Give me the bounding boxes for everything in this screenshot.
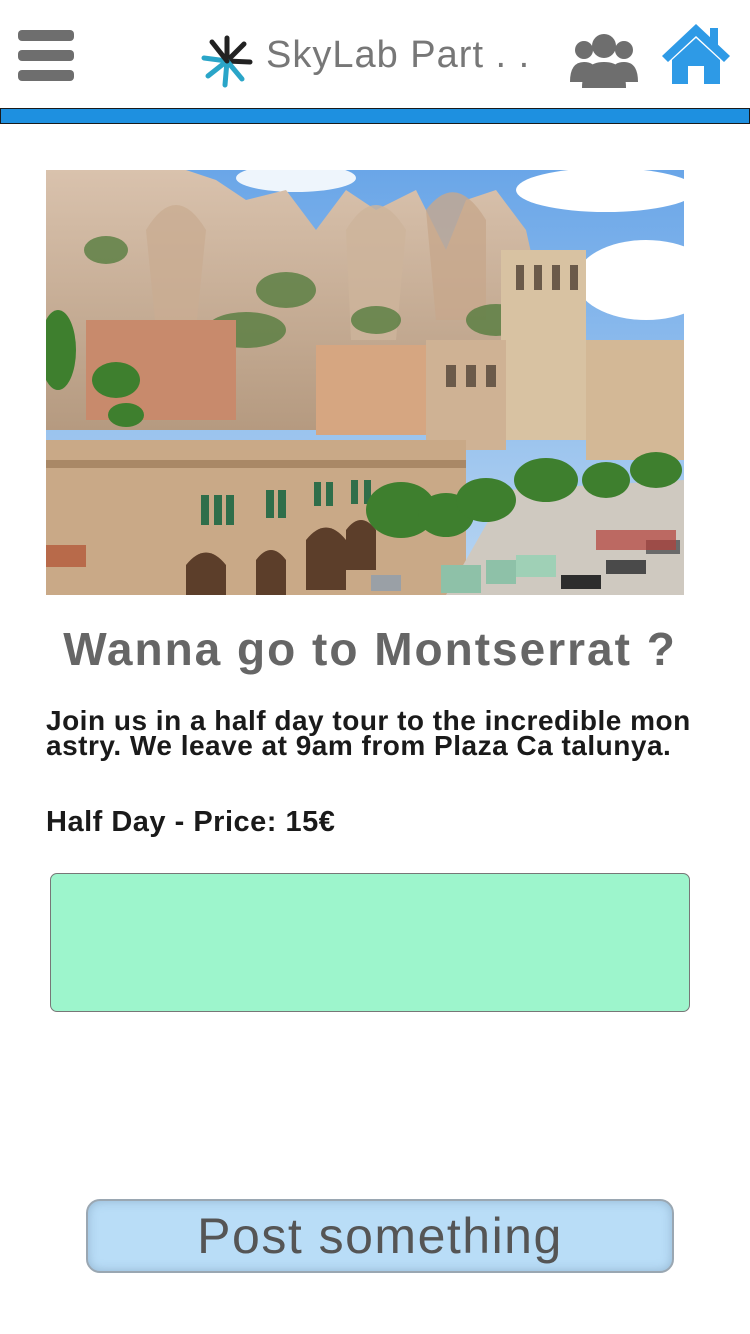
montserrat-monastery-photo	[46, 170, 684, 595]
skylab-logo-icon	[198, 32, 256, 90]
post-description: Join us in a half day tour to the incred…	[46, 705, 691, 761]
menu-icon[interactable]	[16, 28, 76, 84]
comment-input[interactable]	[50, 873, 690, 1012]
app-title: SkyLab Part . .	[266, 34, 531, 76]
post-title: Wanna go to Montserrat ?	[63, 623, 677, 675]
top-bar: SkyLab Part . .	[0, 0, 750, 108]
post-something-button[interactable]: Post something	[86, 1199, 674, 1273]
users-icon[interactable]	[568, 30, 640, 90]
progress-fill	[1, 109, 749, 123]
post-price: Half Day - Price: 15€	[46, 806, 336, 838]
home-icon[interactable]	[660, 22, 732, 86]
progress-bar	[0, 108, 750, 124]
